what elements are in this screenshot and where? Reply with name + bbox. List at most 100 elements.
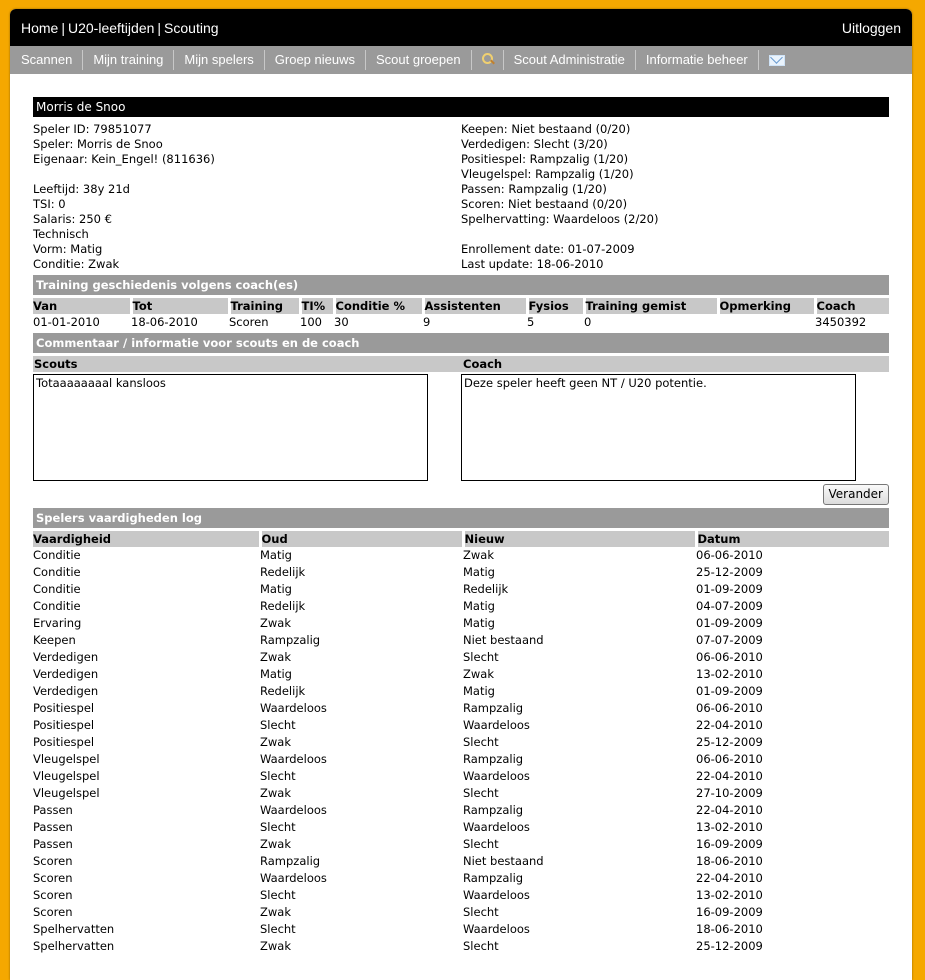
skills-log-cell: Spelhervatten [33, 922, 115, 936]
player-info-line: Scoren: Niet bestaand (0/20) [461, 197, 628, 211]
coach-comment-textarea[interactable]: Deze speler heeft geen NT / U20 potentie… [461, 374, 856, 481]
skills-log-cell: 01-09-2009 [696, 684, 763, 698]
skills-log-cell: Vleugelspel [33, 786, 100, 800]
skills-log-cell: 01-09-2009 [696, 616, 763, 630]
search-icon[interactable] [481, 53, 493, 64]
breadcrumb: Home | U20-leeftijden | Scouting [21, 20, 219, 36]
skills-log-cell: Scoren [33, 854, 73, 868]
skills-log-cell: Zwak [260, 905, 291, 919]
skills-log-cell: Zwak [260, 786, 291, 800]
training-cell: Scoren [229, 315, 269, 329]
skills-log-cell: 22-04-2010 [696, 769, 763, 783]
training-cell: 100 [300, 315, 322, 329]
skills-log-cell: Slecht [463, 735, 499, 749]
scouts-comment-textarea[interactable]: Totaaaaaaaal kansloos [33, 374, 428, 481]
nav-mail[interactable] [759, 50, 795, 70]
nav-scout-groepen[interactable]: Scout groepen [366, 50, 472, 70]
skills-log-row: Passen Zwak Slecht 16-09-2009 [33, 836, 889, 853]
skills-log-cell: Scoren [33, 871, 73, 885]
player-info-right: Keepen: Niet bestaand (0/20) Verdedigen: … [461, 122, 889, 272]
skills-log-cell: Vleugelspel [33, 769, 100, 783]
skills-log-cell: Zwak [260, 837, 291, 851]
skills-log-cell: Slecht [463, 905, 499, 919]
skills-log-cell: Slecht [260, 888, 296, 902]
training-cell: 3450392 [815, 315, 867, 329]
breadcrumb-u20[interactable]: U20-leeftijden [68, 20, 154, 36]
player-info-line [33, 167, 461, 182]
training-column-header: Tot [129, 298, 229, 314]
nav-groep-nieuws[interactable]: Groep nieuws [265, 50, 366, 70]
logout-link[interactable]: Uitloggen [842, 20, 901, 36]
skills-log-cell: Positiespel [33, 701, 95, 715]
skills-log-cell: 22-04-2010 [696, 718, 763, 732]
skills-log-cell: 13-02-2010 [696, 667, 763, 681]
breadcrumb-separator: | [61, 19, 65, 36]
player-info-line: Speler: Morris de Snoo [33, 137, 163, 151]
verander-button[interactable]: Verander [822, 484, 889, 505]
skills-log-row: Verdedigen Zwak Slecht 06-06-2010 [33, 649, 889, 666]
skills-log-cell: Rampzalig [463, 752, 524, 766]
skills-log-row: Conditie Redelijk Matig 04-07-2009 [33, 598, 889, 615]
skills-log-cell: Redelijk [260, 565, 306, 579]
skills-log-cell: Conditie [33, 548, 81, 562]
skills-log-cell: Spelhervatten [33, 939, 115, 953]
skills-log-cell: Matig [260, 667, 292, 681]
skills-log-cell: Waardeloos [260, 803, 327, 817]
skills-log-column-header: Oud [258, 531, 463, 547]
training-cell: 30 [334, 315, 349, 329]
skills-log-cell: Passen [33, 803, 73, 817]
nav-scout-administratie[interactable]: Scout Administratie [504, 50, 636, 70]
skills-log-row: Positiespel Slecht Waardeloos 22-04-2010 [33, 717, 889, 734]
skills-log-cell: Matig [463, 616, 495, 630]
skills-log-cell: 07-07-2009 [696, 633, 763, 647]
skills-log-cell: Niet bestaand [463, 854, 544, 868]
breadcrumb-scouting[interactable]: Scouting [164, 20, 218, 36]
skills-log-cell: Waardeloos [463, 888, 530, 902]
skills-log-row: Scoren Rampzalig Niet bestaand 18-06-2010 [33, 853, 889, 870]
player-info-line: Keepen: Niet bestaand (0/20) [461, 122, 631, 136]
training-cell: 0 [584, 315, 592, 329]
skills-log-cell: Positiespel [33, 718, 95, 732]
player-info-line: TSI: 0 [33, 197, 66, 211]
skills-log-cell: Zwak [260, 735, 291, 749]
skills-log-cell: Scoren [33, 888, 73, 902]
skills-log-cell: Matig [463, 684, 495, 698]
training-header-row: Van Tot Training TI% Conditie % Assistenten Fy… [33, 298, 889, 314]
skills-log-cell: 18-06-2010 [696, 922, 763, 936]
button-row: Verander [33, 484, 889, 506]
skills-log-cell: 16-09-2009 [696, 837, 763, 851]
skills-log-cell: Rampzalig [260, 854, 321, 868]
training-section-title: Training geschiedenis volgens coach(es) [33, 275, 889, 295]
player-info-line: Eigenaar: Kein_Engel! (811636) [33, 152, 215, 166]
skills-log-row: Scoren Waardeloos Rampzalig 22-04-2010 [33, 870, 889, 887]
skills-log-cell: Waardeloos [260, 701, 327, 715]
skills-log-cell: Slecht [260, 922, 296, 936]
skills-log-cell: Waardeloos [463, 922, 530, 936]
skills-log-cell: Scoren [33, 905, 73, 919]
skills-log-row: Passen Waardeloos Rampzalig 22-04-2010 [33, 802, 889, 819]
skills-log-row: Verdedigen Matig Zwak 13-02-2010 [33, 666, 889, 683]
player-info-line: Salaris: 250 € [33, 212, 112, 226]
player-info-left: Speler ID: 79851077 Speler: Morris de Sno… [33, 122, 461, 272]
skills-log-cell: Passen [33, 820, 73, 834]
scouts-label: Scouts [33, 356, 462, 372]
skills-log-cell: 27-10-2009 [696, 786, 763, 800]
skills-log-cell: Slecht [463, 786, 499, 800]
skills-log-row: Keepen Rampzalig Niet bestaand 07-07-2009 [33, 632, 889, 649]
skills-log-column-header: Nieuw [461, 531, 696, 547]
training-cell: 9 [423, 315, 431, 329]
skills-log-cell: Slecht [260, 769, 296, 783]
player-info-line: Passen: Rampzalig (1/20) [461, 182, 607, 196]
nav-informatie-beheer[interactable]: Informatie beheer [636, 50, 759, 70]
nav-search[interactable] [472, 50, 504, 70]
nav-mijn-spelers[interactable]: Mijn spelers [174, 50, 265, 70]
nav-scannen[interactable]: Scannen [11, 50, 84, 70]
player-info-line: Leeftijd: 38y 21d [33, 182, 130, 196]
nav-mijn-training[interactable]: Mijn training [83, 50, 175, 70]
breadcrumb-home[interactable]: Home [21, 20, 58, 36]
skills-log-cell: Keepen [33, 633, 76, 647]
skills-log-cell: Matig [260, 548, 292, 562]
mail-icon[interactable] [768, 55, 785, 67]
skills-log-cell: Zwak [260, 939, 291, 953]
skills-log-cell: Rampzalig [463, 803, 524, 817]
